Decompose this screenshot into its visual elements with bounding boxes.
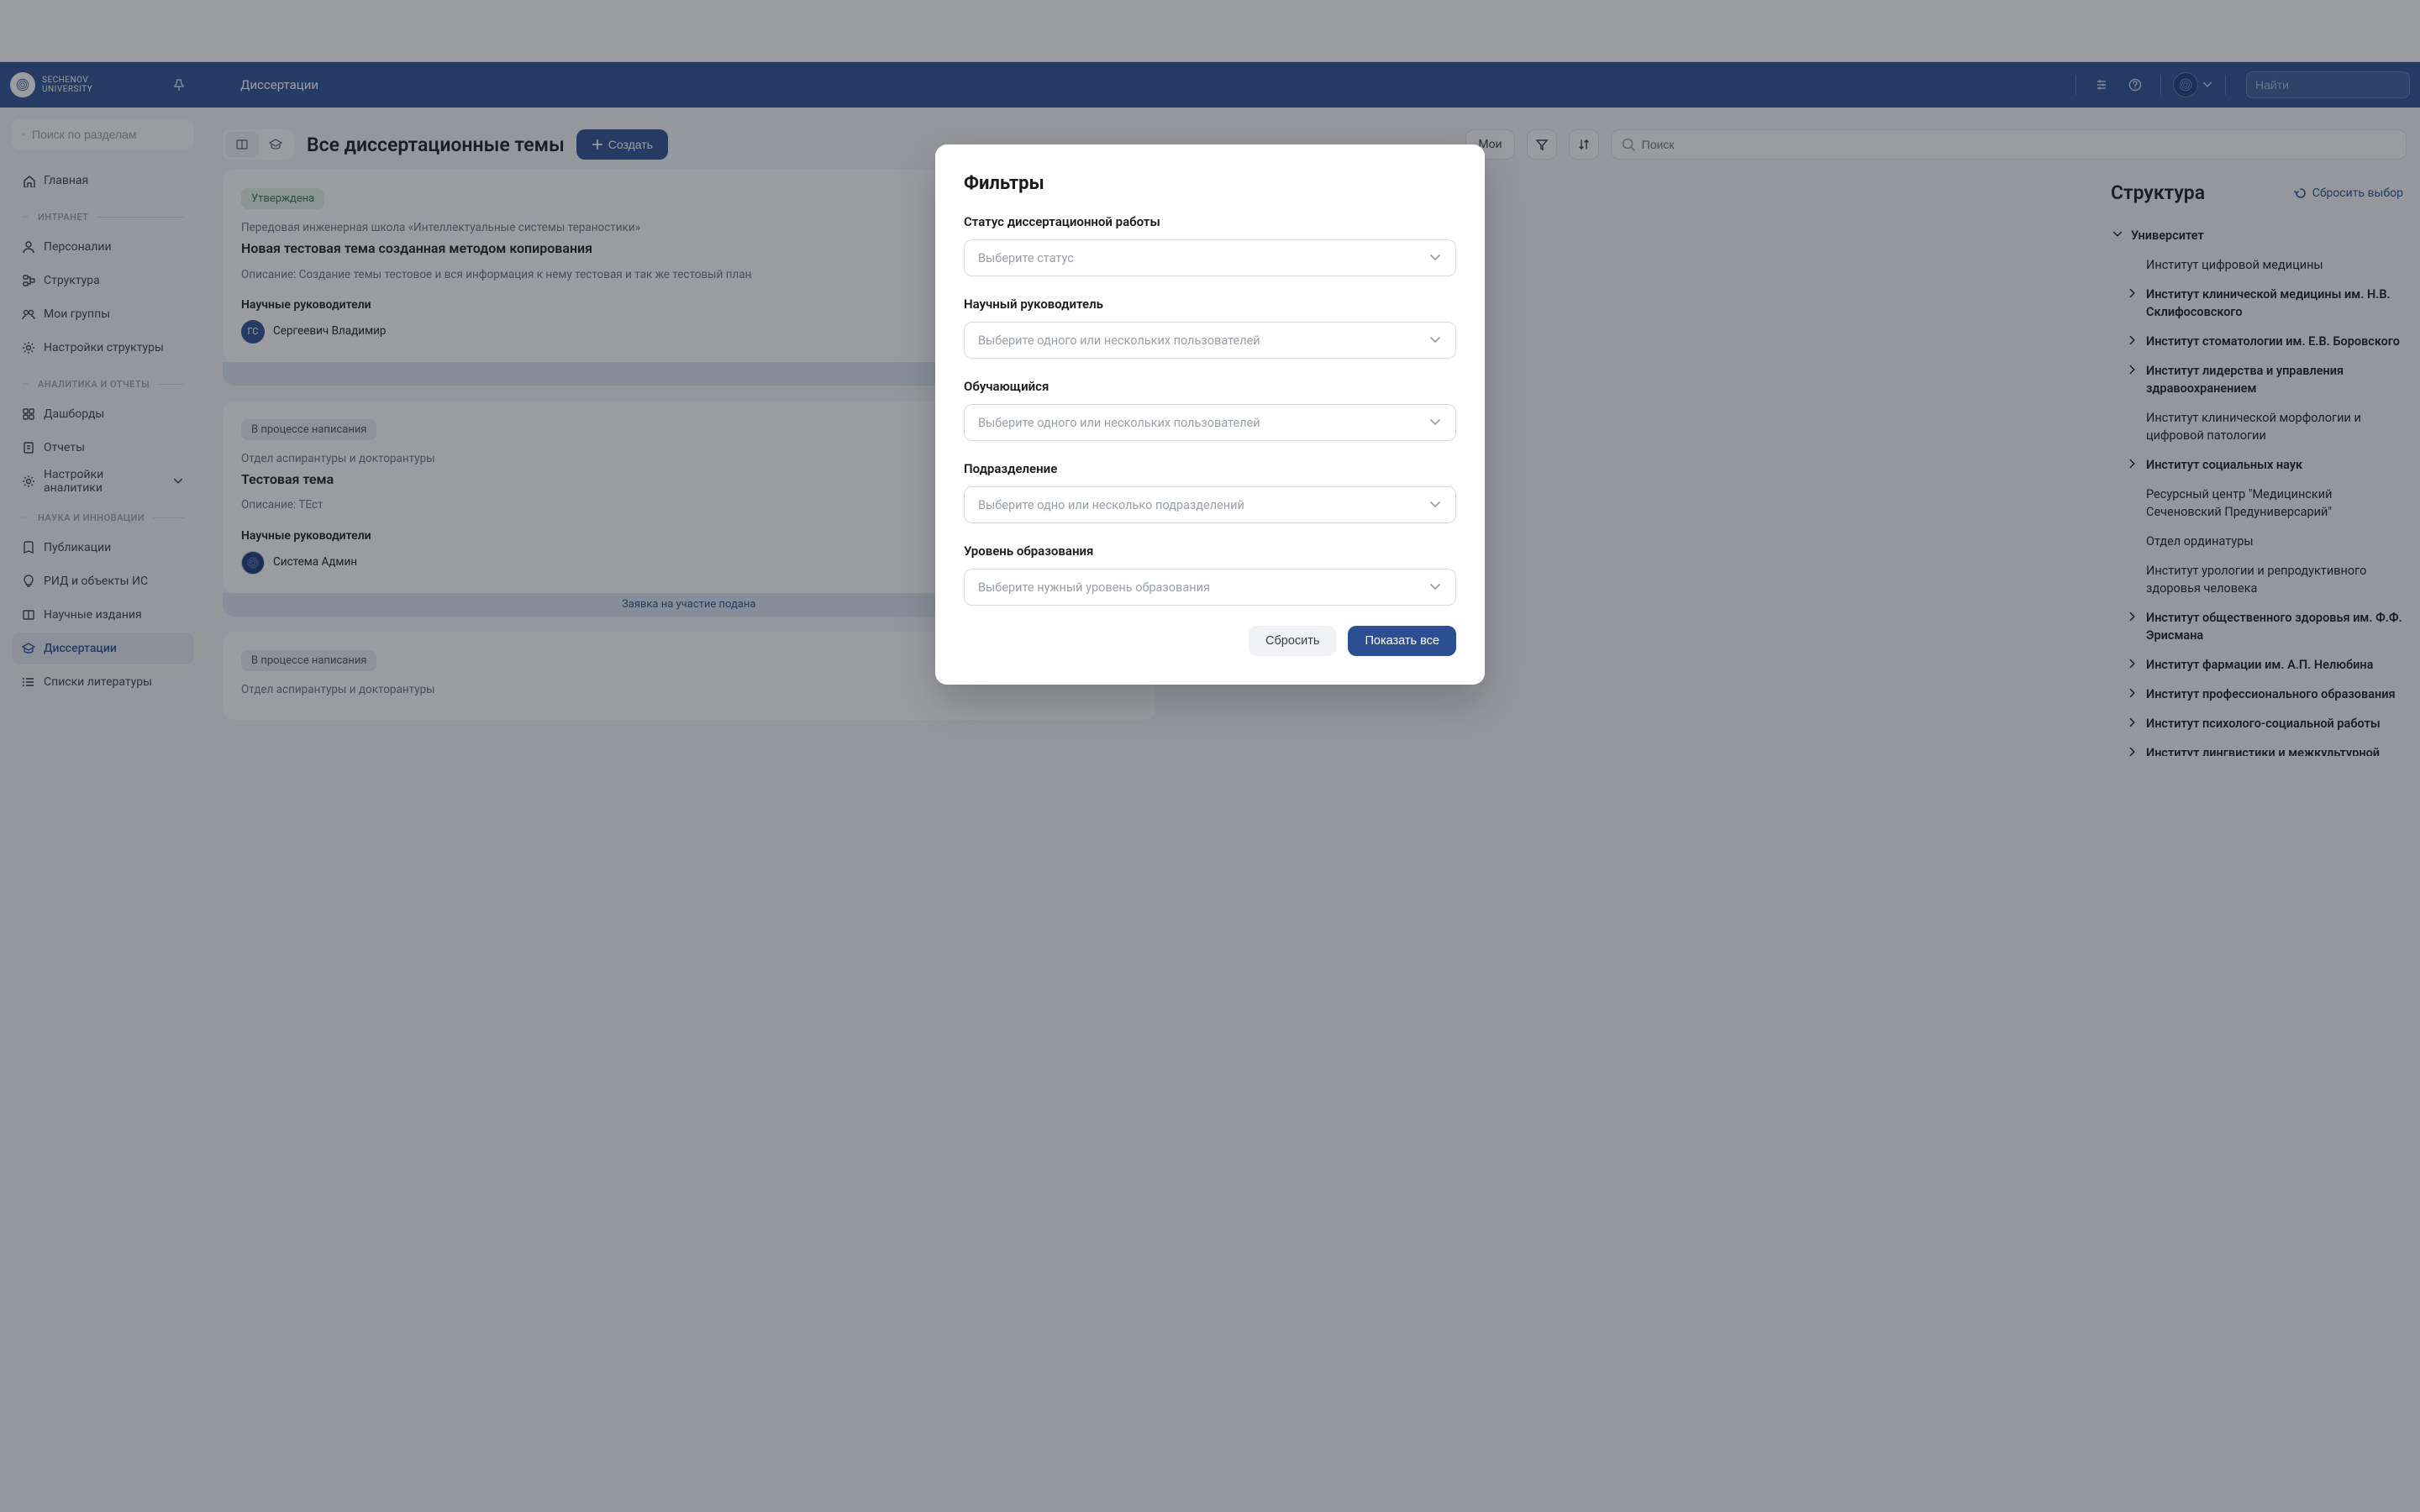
filters-modal: Фильтры Статус диссертационной работы Вы… <box>935 144 1485 685</box>
select-placeholder: Выберите одного или нескольких пользоват… <box>978 333 1260 348</box>
select-placeholder: Выберите нужный уровень образования <box>978 580 1210 595</box>
field-label-status: Статус диссертационной работы <box>964 214 1456 229</box>
modal-title: Фильтры <box>964 173 1456 194</box>
chevron-down-icon <box>1428 416 1442 429</box>
modal-overlay[interactable]: Фильтры Статус диссертационной работы Вы… <box>0 0 2420 1512</box>
field-label-level: Уровень образования <box>964 543 1456 559</box>
chevron-down-icon <box>1428 580 1442 594</box>
status-select[interactable]: Выберите статус <box>964 239 1456 276</box>
field-label-dept: Подразделение <box>964 461 1456 476</box>
submit-button[interactable]: Показать все <box>1348 626 1456 656</box>
field-label-supervisor: Научный руководитель <box>964 297 1456 312</box>
field-label-student: Обучающийся <box>964 379 1456 394</box>
supervisor-select[interactable]: Выберите одного или нескольких пользоват… <box>964 322 1456 359</box>
chevron-down-icon <box>1428 333 1442 347</box>
select-placeholder: Выберите одно или несколько подразделени… <box>978 498 1244 512</box>
reset-button[interactable]: Сбросить <box>1249 626 1336 656</box>
select-placeholder: Выберите статус <box>978 251 1074 265</box>
chevron-down-icon <box>1428 498 1442 512</box>
student-select[interactable]: Выберите одного или нескольких пользоват… <box>964 404 1456 441</box>
level-select[interactable]: Выберите нужный уровень образования <box>964 569 1456 606</box>
dept-select[interactable]: Выберите одно или несколько подразделени… <box>964 486 1456 523</box>
chevron-down-icon <box>1428 251 1442 265</box>
select-placeholder: Выберите одного или нескольких пользоват… <box>978 416 1260 430</box>
